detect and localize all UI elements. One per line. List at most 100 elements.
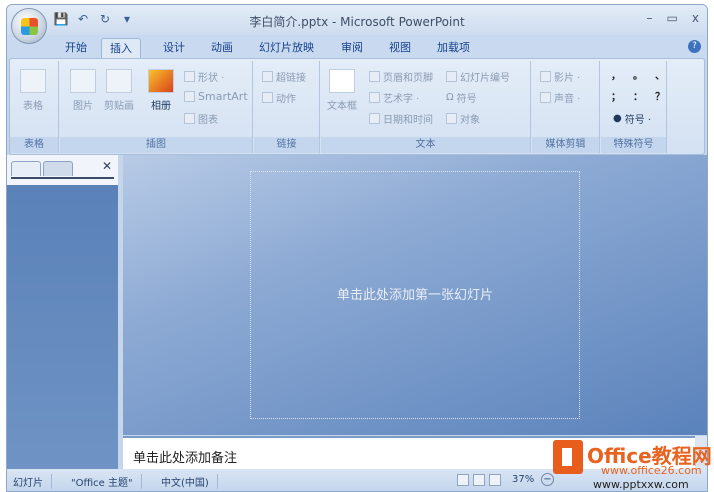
- symbol-pause[interactable]: 、: [655, 67, 665, 82]
- group-label: 链接: [254, 137, 319, 153]
- object-button[interactable]: 对象: [446, 111, 480, 126]
- wordart-label: 艺术字 ·: [383, 94, 420, 105]
- movie-icon: [540, 71, 551, 82]
- action-icon: [262, 92, 273, 103]
- slide-placeholder[interactable]: 单击此处添加第一张幻灯片: [250, 171, 580, 419]
- sound-icon: [540, 92, 551, 103]
- watermark-logo-icon: [553, 440, 583, 474]
- shapes-icon: [184, 71, 195, 82]
- smartart-button[interactable]: SmartArt: [184, 90, 248, 103]
- tab-view[interactable]: 视图: [381, 38, 419, 58]
- datetime-icon: [369, 113, 380, 124]
- symbol-question[interactable]: ？: [655, 88, 665, 103]
- close-button[interactable]: x: [692, 11, 699, 25]
- group-label: 表格: [10, 137, 58, 153]
- chart-icon: [184, 113, 195, 124]
- sound-button[interactable]: 声音 ·: [540, 90, 580, 105]
- textbox-button[interactable]: 文本框: [327, 69, 357, 112]
- group-text: 文本框 页眉和页脚 艺术字 · 日期和时间 幻灯片编号 Ω 符号 对象 文本: [321, 61, 531, 153]
- ribbon-tabs: 开始 插入 设计 动画 幻灯片放映 审阅 视图 加载项 ?: [7, 35, 707, 58]
- symbol-period[interactable]: 。: [633, 67, 643, 82]
- sound-label: 声音 ·: [554, 94, 581, 105]
- header-footer-icon: [369, 71, 380, 82]
- bullet-icon: ●: [613, 113, 622, 124]
- tab-outline[interactable]: [43, 161, 73, 176]
- pane-divider: [11, 177, 114, 179]
- maximize-button[interactable]: ▭: [667, 11, 678, 25]
- action-label: 动作: [276, 94, 296, 105]
- tab-review[interactable]: 审阅: [333, 38, 371, 58]
- picture-label: 图片: [73, 101, 93, 112]
- picture-icon: [70, 69, 96, 93]
- slideshow-icon[interactable]: [489, 474, 501, 486]
- header-footer-label: 页眉和页脚: [383, 73, 433, 84]
- album-button[interactable]: 相册: [148, 69, 174, 112]
- tab-home[interactable]: 开始: [57, 38, 95, 58]
- tab-addins[interactable]: 加载项: [429, 38, 478, 58]
- wordart-button[interactable]: 艺术字 ·: [369, 90, 419, 105]
- group-label: 插图: [60, 137, 252, 153]
- header-footer-button[interactable]: 页眉和页脚: [369, 69, 433, 84]
- tab-animation[interactable]: 动画: [203, 38, 241, 58]
- status-view: 幻灯片: [13, 474, 52, 489]
- group-illustrations: 图片 剪贴画 相册 形状 · SmartArt 图表 插图: [60, 61, 253, 153]
- slide-editing-area: 单击此处添加第一张幻灯片: [123, 155, 707, 435]
- office-button[interactable]: [11, 8, 47, 44]
- object-icon: [446, 113, 457, 124]
- album-label: 相册: [151, 101, 171, 112]
- status-theme: "Office 主题": [71, 474, 142, 489]
- tab-slides[interactable]: [11, 161, 41, 176]
- minimize-button[interactable]: –: [647, 11, 653, 25]
- symbol-comma[interactable]: ，: [611, 67, 621, 82]
- movie-button[interactable]: 影片 ·: [540, 69, 580, 84]
- clipart-label: 剪贴画: [104, 101, 134, 112]
- symbol-button[interactable]: Ω 符号: [446, 90, 477, 105]
- normal-view-icon[interactable]: [457, 474, 469, 486]
- action-button[interactable]: 动作: [262, 90, 296, 105]
- datetime-button[interactable]: 日期和时间: [369, 111, 433, 126]
- slide-number-icon: [446, 71, 457, 82]
- chart-button[interactable]: 图表: [184, 111, 218, 126]
- movie-label: 影片 ·: [554, 73, 581, 84]
- group-special-symbols: ， 。 、 ； ： ？ ● 符号 · 特殊符号: [601, 61, 667, 153]
- window-title: 李白简介.pptx - Microsoft PowerPoint: [249, 15, 465, 29]
- status-language: 中文(中国): [161, 474, 218, 489]
- symbol-label: 符号: [456, 94, 477, 105]
- object-label: 对象: [460, 115, 480, 126]
- slide-number-label: 幻灯片编号: [460, 73, 510, 84]
- slide-sorter-icon[interactable]: [473, 474, 485, 486]
- clipart-button[interactable]: 剪贴画: [104, 69, 134, 112]
- smartart-icon: [184, 91, 195, 102]
- shapes-label: 形状 ·: [198, 73, 225, 84]
- textbox-icon: [329, 69, 355, 93]
- symbol-semicolon[interactable]: ；: [611, 88, 621, 103]
- group-label: 文本: [321, 137, 530, 153]
- slide-number-button[interactable]: 幻灯片编号: [446, 69, 510, 84]
- ribbon: 表格 表格 图片 剪贴画 相册 形状 · SmartArt 图表 插图 超链接 …: [9, 58, 705, 155]
- help-icon[interactable]: ?: [688, 40, 701, 53]
- watermark-url2: www.pptxxw.com: [593, 478, 689, 491]
- close-pane-icon[interactable]: ✕: [102, 159, 112, 173]
- group-links: 超链接 动作 链接: [254, 61, 320, 153]
- group-table: 表格 表格: [10, 61, 59, 153]
- tab-slideshow[interactable]: 幻灯片放映: [251, 38, 322, 58]
- zoom-level[interactable]: 37%: [512, 474, 534, 485]
- group-label: 特殊符号: [601, 137, 666, 153]
- symbol-colon[interactable]: ：: [633, 88, 643, 103]
- chart-label: 图表: [198, 115, 218, 126]
- table-button[interactable]: 表格: [20, 69, 46, 112]
- tab-design[interactable]: 设计: [155, 38, 193, 58]
- omega-icon: Ω: [446, 92, 454, 103]
- textbox-label: 文本框: [327, 101, 357, 112]
- wordart-icon: [369, 92, 380, 103]
- symbols-more-button[interactable]: ● 符号 ·: [613, 111, 651, 126]
- tab-insert[interactable]: 插入: [101, 38, 141, 58]
- clipart-icon: [106, 69, 132, 93]
- shapes-button[interactable]: 形状 ·: [184, 69, 224, 84]
- picture-button[interactable]: 图片: [70, 69, 96, 112]
- smartart-label: SmartArt: [198, 90, 248, 103]
- hyperlink-label: 超链接: [276, 73, 306, 84]
- zoom-out-button[interactable]: −: [541, 473, 554, 486]
- table-icon: [20, 69, 46, 93]
- hyperlink-button[interactable]: 超链接: [262, 69, 306, 84]
